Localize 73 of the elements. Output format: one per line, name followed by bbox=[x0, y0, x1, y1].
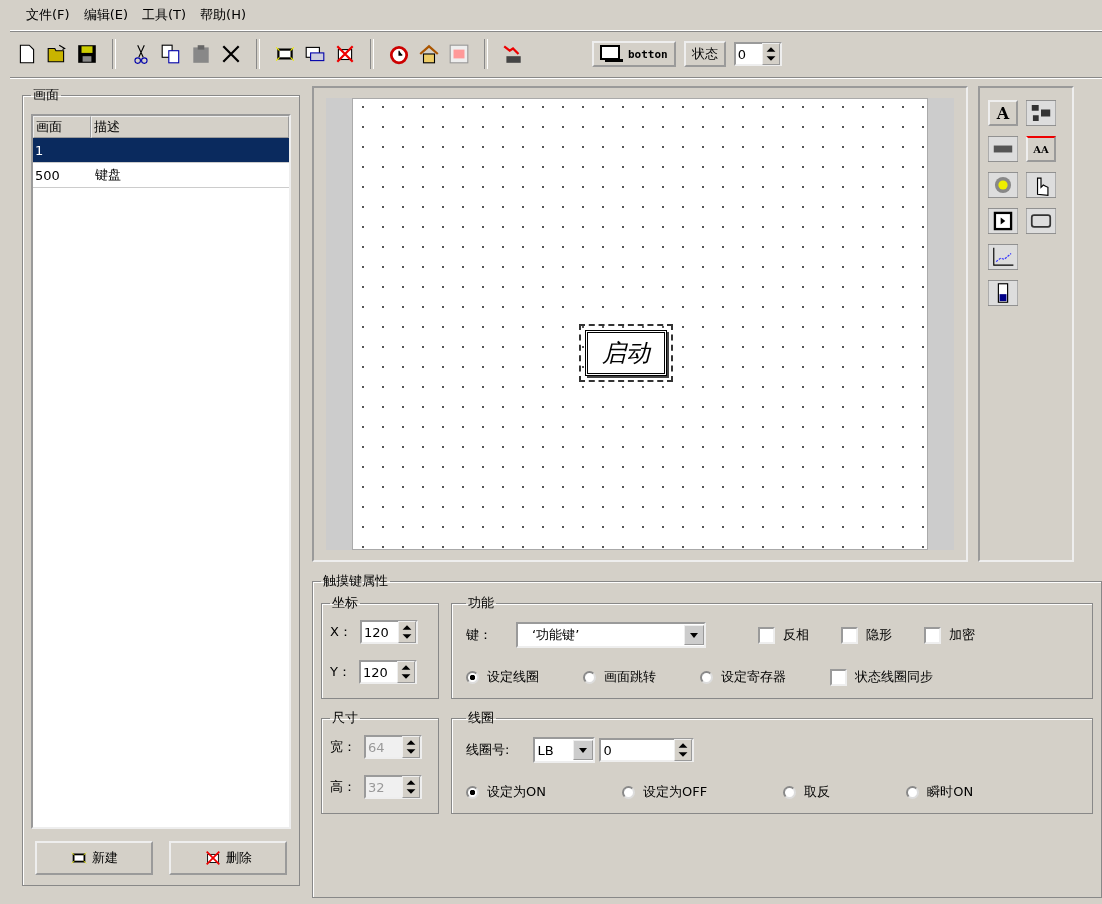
checkbox[interactable]: 隐形 bbox=[841, 626, 892, 644]
checkbox[interactable]: 加密 bbox=[924, 626, 975, 644]
download-icon[interactable] bbox=[502, 43, 524, 65]
state-button[interactable]: 状态 bbox=[683, 41, 726, 67]
radio-button[interactable]: 瞬时ON bbox=[906, 783, 974, 801]
paste-icon[interactable] bbox=[190, 43, 212, 65]
home-icon[interactable] bbox=[418, 43, 440, 65]
group-title: 尺寸 bbox=[331, 709, 359, 727]
spin-arrows-icon[interactable] bbox=[397, 621, 416, 643]
spin-arrows-icon[interactable] bbox=[761, 43, 780, 65]
table-row[interactable]: 500 键盘 bbox=[33, 163, 289, 188]
dropdown-arrow-icon[interactable] bbox=[573, 740, 594, 760]
spin-field[interactable]: 120 bbox=[358, 660, 417, 684]
layer-button[interactable]: botton bbox=[592, 41, 676, 67]
radio-button[interactable]: 设定寄存器 bbox=[700, 668, 786, 686]
column-header[interactable]: 画面 bbox=[33, 116, 91, 138]
checkbox[interactable]: 状态线圈同步 bbox=[830, 668, 933, 686]
radio-button[interactable]: 取反 bbox=[783, 783, 831, 801]
open-folder-icon[interactable] bbox=[46, 43, 68, 65]
coil-type-dropdown[interactable]: LB bbox=[533, 737, 596, 763]
touch-key[interactable]: 启动 bbox=[579, 324, 673, 382]
delete-screen-icon[interactable] bbox=[334, 43, 356, 65]
table-row[interactable]: 1 bbox=[33, 138, 289, 163]
hand-pointer-icon[interactable] bbox=[1026, 172, 1056, 198]
radio-button[interactable]: 画面跳转 bbox=[583, 668, 656, 686]
panel-title: 触摸键属性 bbox=[322, 572, 389, 590]
spin-arrows-icon[interactable] bbox=[396, 661, 415, 683]
copy-icon[interactable] bbox=[160, 43, 182, 65]
dropdown-arrow-icon[interactable] bbox=[684, 625, 704, 645]
field-label: 高： bbox=[330, 778, 356, 796]
monitor-icon bbox=[600, 45, 624, 63]
new-button[interactable]: 新建 bbox=[35, 841, 153, 875]
delete-icon[interactable] bbox=[220, 43, 242, 65]
group-title: 坐标 bbox=[331, 594, 359, 612]
marquee-tool-icon[interactable] bbox=[988, 136, 1018, 162]
rectangle-tool-icon[interactable] bbox=[1026, 208, 1056, 234]
menu-item[interactable]: 编辑(E) bbox=[83, 6, 128, 24]
radio-button[interactable]: 设定线圈 bbox=[466, 668, 539, 686]
alarm-clock-icon[interactable] bbox=[388, 43, 410, 65]
table-cell-text: 键盘 bbox=[94, 166, 122, 184]
lamp-tool-icon[interactable] bbox=[988, 172, 1018, 198]
table-cell-text: 500 bbox=[34, 167, 61, 183]
field-label: 线圈号: bbox=[466, 741, 510, 759]
delete-screen-icon bbox=[204, 849, 222, 867]
field-label: 键： bbox=[466, 626, 492, 644]
play-tool-icon[interactable] bbox=[988, 208, 1018, 234]
menu-item[interactable]: 文件(F) bbox=[26, 6, 70, 24]
radio-button[interactable]: 设定为ON bbox=[466, 783, 546, 801]
new-screen-icon bbox=[70, 849, 88, 867]
field-label: X： bbox=[330, 623, 352, 641]
save-icon[interactable] bbox=[76, 43, 98, 65]
chart-tool-icon[interactable] bbox=[988, 244, 1018, 270]
level-meter-icon[interactable] bbox=[988, 280, 1018, 306]
group-title: 功能 bbox=[467, 594, 495, 612]
menu-item[interactable]: 工具(T) bbox=[142, 6, 187, 24]
delete-button[interactable]: 删除 bbox=[169, 841, 287, 875]
table-cell-text: 1 bbox=[34, 142, 45, 158]
coil-number-field[interactable]: 0 bbox=[599, 738, 695, 762]
group-title: 线圈 bbox=[467, 709, 495, 727]
state-spin-field[interactable]: 0 bbox=[733, 42, 782, 66]
text-tool-button[interactable]: A bbox=[988, 100, 1018, 126]
field-label: 宽： bbox=[330, 738, 356, 756]
panel-title: 画面 bbox=[32, 86, 60, 104]
checkbox[interactable]: 反相 bbox=[758, 626, 809, 644]
spin-field[interactable]: 120 bbox=[359, 620, 418, 644]
menu-item[interactable]: 帮助(H) bbox=[200, 6, 246, 24]
column-header[interactable]: 描述 bbox=[91, 116, 289, 138]
field-label: Y： bbox=[330, 663, 351, 681]
radio-button[interactable]: 设定为OFF bbox=[621, 783, 708, 801]
spin-arrows-icon[interactable] bbox=[674, 739, 693, 761]
font-tool-button[interactable]: AA bbox=[1026, 136, 1056, 162]
bitmap-tool-icon[interactable] bbox=[1026, 100, 1056, 126]
key-dropdown[interactable]: ‘功能键’ bbox=[516, 622, 706, 648]
